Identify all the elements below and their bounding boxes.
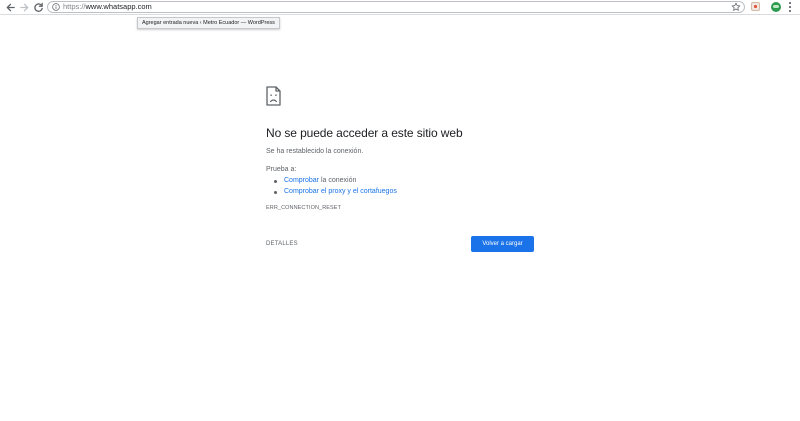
suggestions-list: Comprobar la conexión Comprobar el proxy…: [274, 176, 397, 197]
forward-arrow-icon: [20, 3, 29, 12]
browser-toolbar: https://www.whatsapp.com: [0, 0, 800, 15]
avatar[interactable]: [771, 2, 781, 12]
forward-button[interactable]: [18, 1, 31, 14]
error-description: Se ha restablecido la conexión.: [266, 148, 364, 155]
details-button[interactable]: DETALLES: [266, 241, 298, 247]
suggestion-check-connection[interactable]: Comprobar la conexión: [274, 176, 397, 187]
sad-page-icon: [266, 86, 281, 106]
info-icon[interactable]: [52, 3, 60, 11]
suggestion-check-proxy[interactable]: Comprobar el proxy y el cortafuegos: [274, 187, 397, 198]
url-host: www.whatsapp.com: [85, 2, 152, 11]
extension-icon[interactable]: [751, 2, 760, 11]
suggestion-text: la conexión: [319, 177, 357, 184]
reload-page-button[interactable]: Volver a cargar: [471, 236, 534, 252]
url-scheme: https://: [63, 2, 86, 11]
page-title: No se puede acceder a este sitio web: [266, 126, 463, 140]
error-page: No se puede acceder a este sitio web Se …: [266, 86, 534, 252]
address-bar[interactable]: https://www.whatsapp.com: [47, 1, 745, 13]
back-button[interactable]: [4, 1, 17, 14]
reload-icon: [34, 2, 43, 12]
suggestion-link[interactable]: Comprobar el proxy y el cortafuegos: [284, 188, 397, 195]
tab-tooltip: Agregar entrada nueva ‹ Metro Ecuador — …: [137, 17, 280, 29]
back-arrow-icon: [6, 3, 15, 12]
star-icon[interactable]: [731, 2, 741, 12]
kebab-menu-icon[interactable]: [788, 2, 792, 12]
reload-button[interactable]: [32, 1, 45, 14]
suggestion-link[interactable]: Comprobar: [284, 177, 319, 184]
error-code: ERR_CONNECTION_RESET: [266, 205, 342, 211]
url-text[interactable]: https://www.whatsapp.com: [63, 2, 152, 12]
suggestions-heading: Prueba a:: [266, 166, 297, 173]
